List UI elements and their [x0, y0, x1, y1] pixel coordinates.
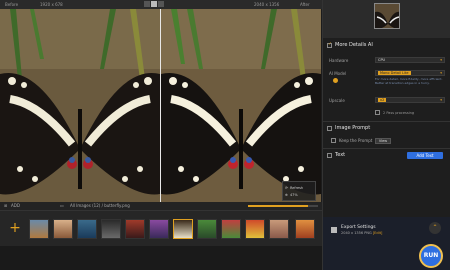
- view-button[interactable]: View: [375, 138, 391, 144]
- status-area: [0, 246, 322, 270]
- run-button[interactable]: RUN: [419, 244, 443, 268]
- export-format: 2040 x 1356 PNG: [341, 231, 372, 235]
- navigator-thumbnail[interactable]: [374, 3, 400, 29]
- zoom-popup: ⟳ Refresh ⊕ 47%: [282, 181, 316, 201]
- export-details: 2040 x 1356 PNG [Edit]: [341, 231, 382, 235]
- divider: [323, 148, 450, 149]
- keep-prompt-option[interactable]: Keep the Prompt: [331, 138, 372, 143]
- export-settings: Export Settings 2040 x 1356 PNG [Edit] ⌃…: [323, 217, 450, 270]
- side-by-side-button[interactable]: [158, 1, 164, 7]
- before-size: 1920 x 678: [40, 2, 63, 7]
- navigator: [323, 0, 450, 38]
- export-title: Export Settings: [341, 225, 376, 230]
- filmstrip-toolbar: ⊞ ADD ▭ All Images (12) / butterfly.png: [0, 202, 322, 210]
- upscale-value: x2: [378, 98, 387, 102]
- before-label: Before: [5, 2, 19, 7]
- image-path: All Images (12) / butterfly.png: [70, 203, 130, 208]
- progress-fill: [248, 205, 308, 207]
- zoom-value: 47%: [289, 192, 298, 197]
- add-text-button[interactable]: Add Text: [407, 152, 443, 159]
- thumbnail[interactable]: [77, 219, 97, 239]
- zoom-icon: ⊕: [285, 192, 288, 197]
- more-details-checkbox[interactable]: [327, 42, 332, 48]
- single-view-button[interactable]: [144, 1, 150, 7]
- settings-panel: More Details AI Hardware CPU ▾ AI Model …: [322, 0, 450, 270]
- add-images-icon[interactable]: ⊞: [4, 203, 7, 208]
- refresh-button[interactable]: ⟳ Refresh: [285, 184, 313, 191]
- after-size: 2040 x 1356: [254, 2, 280, 7]
- before-image: [0, 9, 160, 202]
- ai-model-label: AI Model: [329, 71, 347, 76]
- thumbnail[interactable]: [245, 219, 265, 239]
- hardware-value: CPU: [378, 58, 386, 62]
- chevron-down-icon: ▾: [440, 58, 442, 62]
- hardware-label: Hardware: [329, 58, 349, 63]
- chevron-down-icon: ▾: [440, 98, 442, 102]
- export-icon: [331, 227, 337, 233]
- thumbnail[interactable]: [149, 219, 169, 239]
- image-prompt-title: Image Prompt: [335, 125, 371, 131]
- compare-divider-handle[interactable]: [160, 9, 161, 202]
- add-image-button[interactable]: +: [6, 217, 24, 239]
- thumbnail[interactable]: [101, 219, 121, 239]
- upscale-select[interactable]: x2 ▾: [375, 97, 445, 103]
- compare-topbar: Before 1920 x 678 2040 x 1356 After: [0, 0, 322, 9]
- ai-model-select[interactable]: Mono Detail Lite ▾: [375, 70, 445, 76]
- filmstrip: +: [0, 210, 322, 246]
- thumbnail[interactable]: [29, 219, 49, 239]
- app-window: Before 1920 x 678 2040 x 1356 After ⟳ Re…: [0, 0, 450, 270]
- view-mode-buttons: [144, 1, 164, 7]
- chevron-up-icon[interactable]: ⌃: [429, 222, 441, 234]
- upscale-label: Upscale: [329, 98, 345, 103]
- divider: [323, 121, 450, 122]
- keep-prompt-label: Keep the Prompt: [339, 138, 373, 143]
- image-prompt-checkbox[interactable]: [327, 125, 332, 131]
- refresh-label: Refresh: [289, 185, 304, 190]
- processing-progress: [248, 205, 318, 207]
- thumbnail[interactable]: [53, 219, 73, 239]
- more-details-section[interactable]: More Details AI: [327, 42, 373, 48]
- after-image: [161, 9, 321, 202]
- two-pass-label: 2 Pass processing: [383, 110, 415, 115]
- info-icon[interactable]: [333, 78, 338, 83]
- two-pass-option[interactable]: 2 Pass processing: [375, 110, 414, 115]
- image-preview[interactable]: ⟳ Refresh ⊕ 47%: [0, 9, 322, 202]
- two-pass-checkbox[interactable]: [375, 110, 380, 115]
- ai-model-hint: For more detail, more fidelity, more eff…: [375, 77, 443, 85]
- after-label: After: [300, 2, 310, 7]
- chevron-down-icon: ▾: [440, 71, 442, 75]
- thumbnail[interactable]: [197, 219, 217, 239]
- ai-model-value: Mono Detail Lite: [378, 71, 411, 75]
- thumbnail[interactable]: [269, 219, 289, 239]
- text-title: Text: [335, 152, 346, 158]
- export-edit-link[interactable]: [Edit]: [373, 231, 383, 235]
- image-prompt-section[interactable]: Image Prompt: [327, 125, 370, 131]
- refresh-icon: ⟳: [285, 185, 288, 190]
- text-section[interactable]: Text: [327, 152, 345, 158]
- thumbnail[interactable]: [125, 219, 145, 239]
- thumbnail[interactable]: [295, 219, 315, 239]
- zoom-control[interactable]: ⊕ 47%: [285, 191, 313, 198]
- keep-prompt-checkbox[interactable]: [331, 138, 336, 143]
- hardware-select[interactable]: CPU ▾: [375, 57, 445, 63]
- split-view-button[interactable]: [151, 1, 157, 7]
- thumbnail[interactable]: [221, 219, 241, 239]
- folder-icon: ▭: [60, 203, 64, 208]
- more-details-title: More Details AI: [335, 42, 373, 48]
- thumbnail-selected[interactable]: [173, 219, 193, 239]
- add-label: ADD: [11, 203, 20, 208]
- text-checkbox[interactable]: [327, 152, 332, 158]
